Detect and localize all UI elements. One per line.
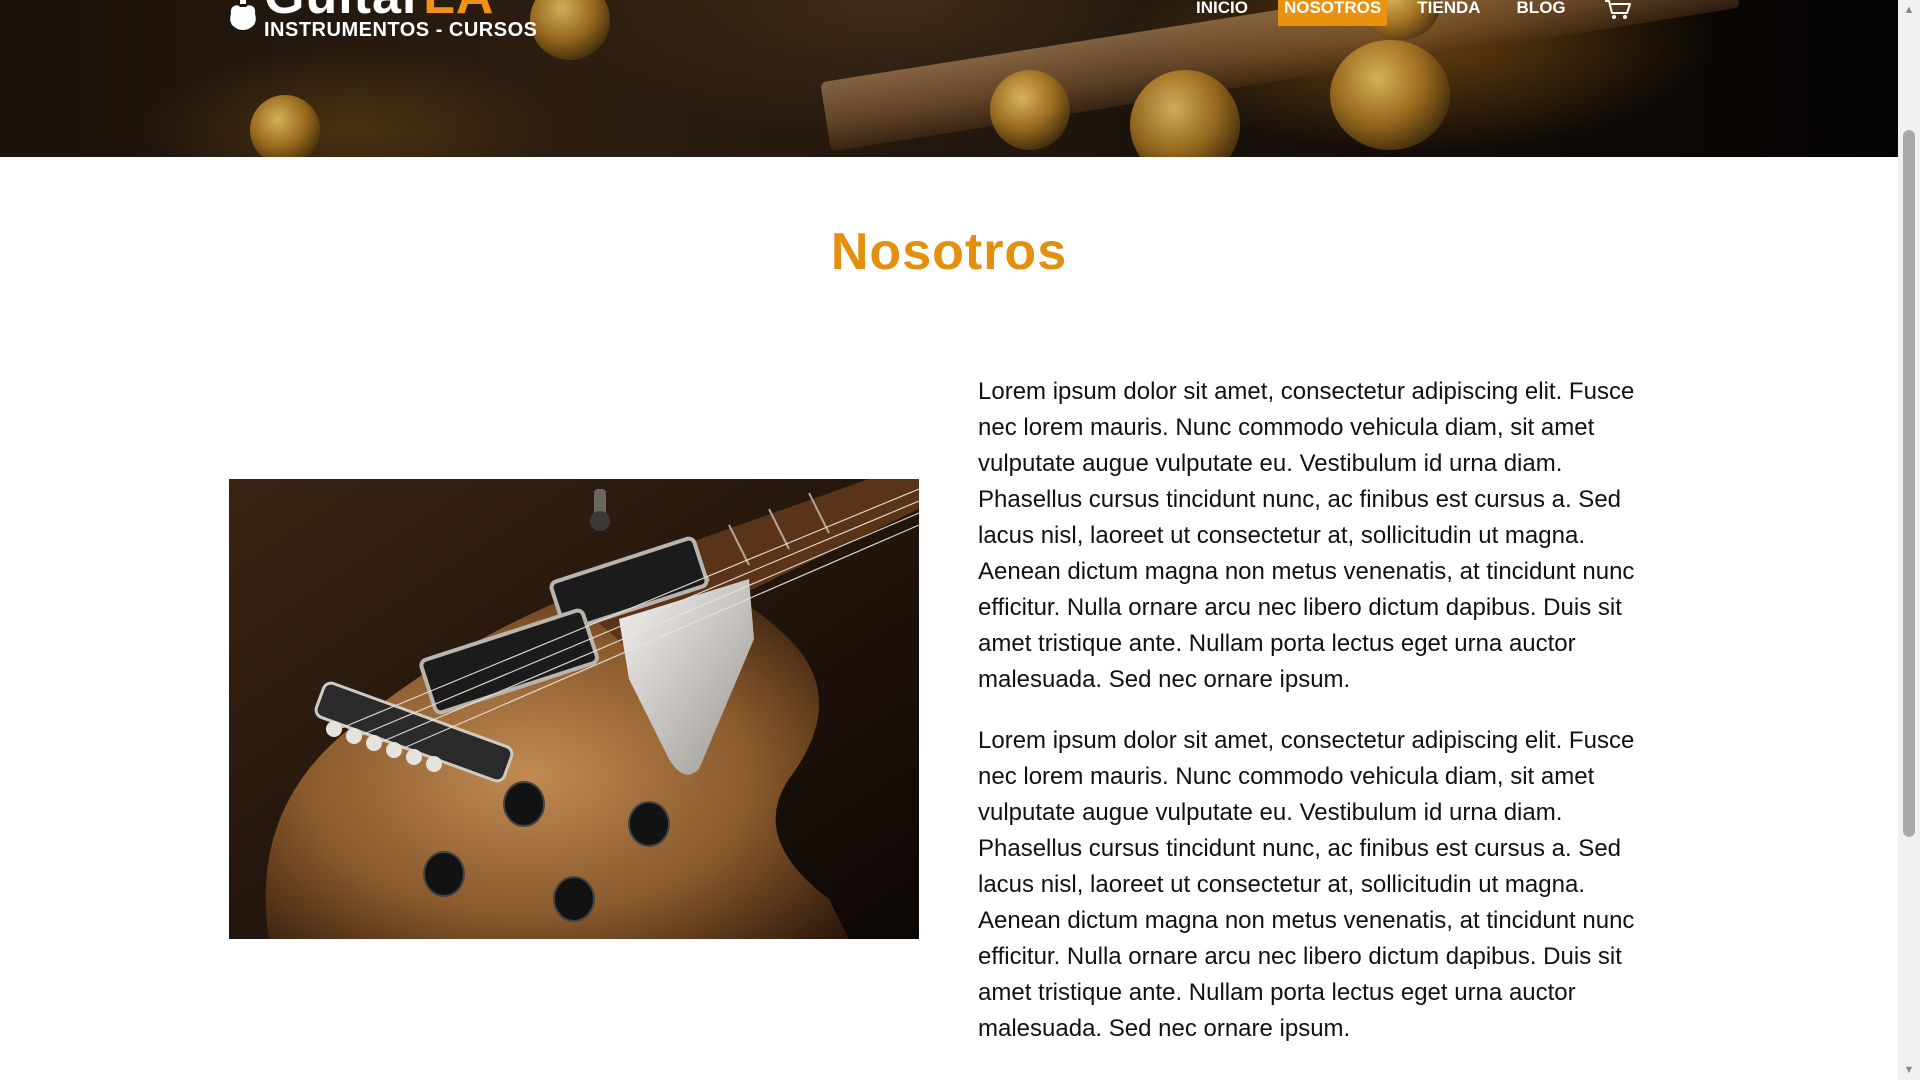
shopping-cart-icon[interactable] bbox=[1604, 0, 1632, 21]
tuning-peg-decoration bbox=[1330, 40, 1450, 150]
tuning-peg-decoration bbox=[990, 70, 1070, 150]
nav-item-tienda[interactable]: TIENDA bbox=[1411, 0, 1486, 26]
guitar-logo-icon bbox=[230, 0, 256, 30]
nav-item-blog[interactable]: BLOG bbox=[1511, 0, 1572, 26]
vertical-scrollbar[interactable]: ▲ ▼ bbox=[1898, 0, 1920, 1080]
about-text: Lorem ipsum dolor sit amet, consectetur … bbox=[978, 374, 1658, 1072]
tuning-peg-decoration bbox=[250, 95, 320, 157]
about-paragraph: Lorem ipsum dolor sit amet, consectetur … bbox=[978, 727, 1635, 1042]
about-paragraph: Lorem ipsum dolor sit amet, consectetur … bbox=[978, 378, 1635, 693]
scroll-up-arrow-icon[interactable]: ▲ bbox=[1898, 0, 1920, 20]
scroll-down-arrow-icon[interactable]: ▼ bbox=[1898, 1060, 1920, 1080]
page-title: Nosotros bbox=[830, 223, 1068, 281]
site-header: GuitarLA INSTRUMENTOS - CURSOS INICIO NO… bbox=[0, 0, 1898, 157]
guitar-illustration bbox=[229, 479, 919, 939]
page: GuitarLA INSTRUMENTOS - CURSOS INICIO NO… bbox=[0, 0, 1920, 1080]
logo-tagline: INSTRUMENTOS - CURSOS bbox=[264, 19, 538, 41]
site-logo[interactable]: GuitarLA INSTRUMENTOS - CURSOS bbox=[228, 0, 558, 50]
nav-item-nosotros[interactable]: NOSOTROS bbox=[1277, 0, 1388, 26]
nav-item-inicio[interactable]: INICIO bbox=[1190, 0, 1254, 26]
scrollbar-thumb[interactable] bbox=[1903, 130, 1915, 837]
electric-guitar-photo bbox=[229, 479, 919, 939]
main-nav: INICIO NOSOTROS TIENDA BLOG bbox=[1190, 0, 1632, 26]
